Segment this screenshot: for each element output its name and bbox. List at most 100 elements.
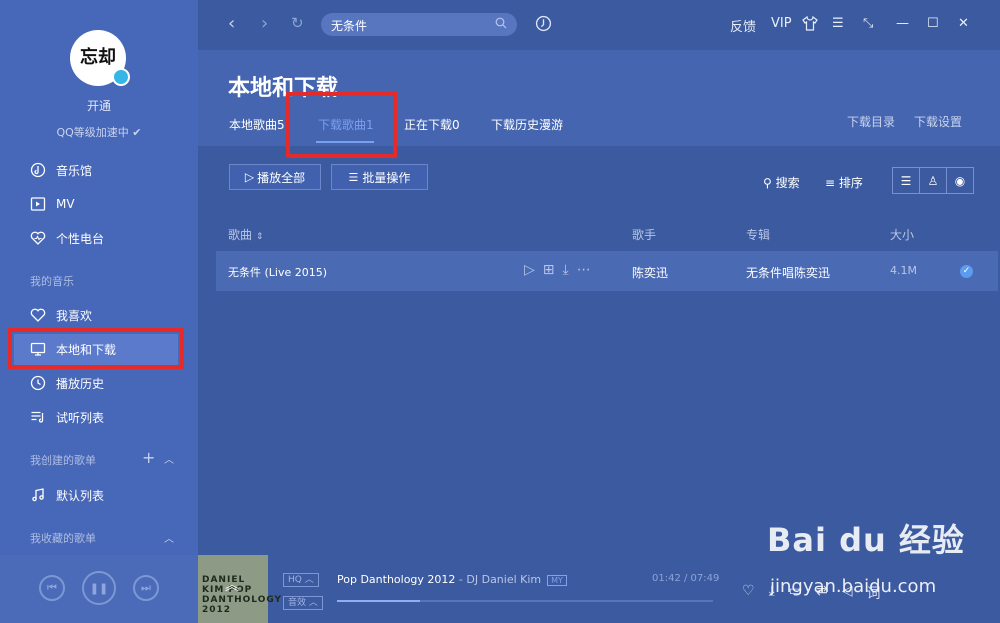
column-song-label: 歌曲 (228, 228, 253, 242)
top-bar: ‹ › ↻ 无条件 反馈 VIP ☰ ⤡ — ☐ ✕ (198, 0, 1000, 50)
play-icon[interactable]: ▷ (524, 262, 535, 278)
playlist-icon (30, 409, 46, 425)
music-hall-icon (30, 162, 46, 178)
search-icon[interactable] (495, 17, 507, 32)
add-icon[interactable]: ⊞ (543, 262, 555, 278)
play-all-button[interactable]: ▷ 播放全部 (229, 164, 321, 190)
song-title-cell[interactable]: 无条件 (Live 2015) (228, 264, 327, 280)
sidebar-item-default-list[interactable]: 默认列表 (30, 484, 104, 506)
heart-icon (30, 307, 46, 323)
vip-link[interactable]: VIP (771, 16, 792, 31)
sort-icon: ≡ (825, 176, 836, 190)
search-list-button[interactable]: ⚲ 搜索 (763, 174, 800, 191)
forward-icon[interactable]: › (261, 13, 268, 34)
progress-fill (337, 600, 420, 602)
search-label: 搜索 (775, 176, 800, 190)
watermark-logo: Bai du 经验 (767, 521, 965, 559)
search-input[interactable]: 无条件 (331, 17, 367, 34)
back-icon[interactable]: ‹ (228, 13, 235, 34)
more-icon[interactable]: ⋯ (577, 262, 591, 278)
row-actions: ▷ ⊞ ⤓ ⋯ (524, 262, 591, 278)
main-panel: ‹ › ↻ 无条件 反馈 VIP ☰ ⤡ — ☐ ✕ 本地和下载 本地歌曲5 下… (198, 0, 1000, 555)
now-playing-title[interactable]: Pop Danthology 2012 - DJ Daniel Kim MY (337, 573, 567, 586)
downloaded-check-icon: ✓ (960, 265, 973, 278)
effect-label: 音效 (288, 598, 307, 608)
sidebar-item-history[interactable]: 播放历史 (30, 372, 104, 394)
progress-bar[interactable] (337, 600, 713, 602)
skin-icon[interactable] (802, 15, 818, 35)
sidebar-item-favorites[interactable]: 我喜欢 (30, 304, 92, 326)
collapse-collected-icon[interactable]: ︿ (164, 530, 174, 545)
table-row[interactable]: 无条件 (Live 2015) ▷ ⊞ ⤓ ⋯ 陈奕迅 无条件唱陈奕迅 4.1M… (216, 251, 998, 291)
play-icon: ▷ (244, 170, 255, 184)
play-time: 01:42 / 07:49 (652, 573, 720, 584)
sidebar: 忘却 开通 QQ等级加速中 ✔ 音乐馆 MV 个性电台 我的音乐 我喜欢 本地和… (0, 0, 198, 555)
sidebar-item-mv[interactable]: MV (30, 193, 75, 215)
qq-level-label: QQ等级加速中 (56, 126, 129, 139)
album-view-icon[interactable]: ◉ (947, 168, 973, 193)
my-badge: MY (547, 575, 567, 586)
sidebar-item-music-hall[interactable]: 音乐馆 (30, 159, 92, 181)
menu-icon[interactable]: ☰ (832, 16, 844, 31)
play-all-label: 播放全部 (257, 170, 306, 185)
sort-arrows-icon: ⇕ (255, 232, 264, 242)
music-note-icon (30, 487, 46, 503)
refresh-icon[interactable]: ↻ (291, 14, 304, 32)
annotation-highlight-sidebar (8, 328, 184, 369)
tab-local-songs[interactable]: 本地歌曲5 (229, 116, 285, 133)
list-view-icon[interactable]: ☰ (893, 168, 920, 193)
maximize-icon[interactable]: ☐ (927, 16, 939, 31)
collected-playlists-heading: 我收藏的歌单 (30, 532, 96, 545)
view-mode-group: ☰ ♙ ◉ (892, 167, 974, 194)
open-vip-link[interactable]: 开通 (0, 97, 198, 114)
play-pause-icon[interactable]: ❚❚ (82, 571, 116, 605)
download-icon[interactable]: ⤓ (563, 262, 569, 278)
mini-mode-icon[interactable]: ⤡ (863, 16, 873, 31)
feedback-link[interactable]: 反馈 (730, 16, 756, 35)
album-cell[interactable]: 无条件唱陈奕迅 (746, 264, 830, 281)
player-controls: ⏮ ❚❚ ⏭ (0, 555, 198, 623)
column-song[interactable]: 歌曲 ⇕ (228, 226, 263, 243)
qq-level-text[interactable]: QQ等级加速中 ✔ (0, 124, 198, 140)
artist-cell[interactable]: 陈奕迅 (632, 264, 668, 281)
sidebar-item-label: 默认列表 (56, 488, 105, 503)
mv-icon (30, 196, 46, 212)
close-icon[interactable]: ✕ (958, 16, 969, 31)
minimize-icon[interactable]: — (896, 16, 909, 31)
clock-icon (30, 375, 46, 391)
effect-badge[interactable]: 音效 ︿ (283, 596, 323, 610)
expand-player-icon[interactable]: ︽ (225, 575, 239, 595)
search-icon: ⚲ (763, 176, 772, 190)
batch-icon: ☰ (348, 170, 359, 184)
now-playing-artist: - DJ Daniel Kim (455, 573, 542, 586)
watermark-url: jingyan.baidu.com (770, 576, 937, 597)
created-playlists-heading: 我创建的歌单 (30, 454, 96, 467)
batch-label: 批量操作 (362, 170, 411, 185)
sort-button[interactable]: ≡ 排序 (825, 174, 863, 191)
sidebar-item-radio[interactable]: 个性电台 (30, 227, 104, 249)
sidebar-item-label: 试听列表 (56, 410, 105, 425)
recognize-music-icon[interactable] (535, 15, 552, 35)
radio-icon (30, 230, 46, 246)
quality-label: HQ (288, 575, 302, 585)
next-icon[interactable]: ⏭ (133, 575, 159, 601)
previous-icon[interactable]: ⏮ (39, 575, 65, 601)
add-playlist-icon[interactable]: + (142, 448, 155, 467)
artist-view-icon[interactable]: ♙ (920, 168, 947, 193)
column-artist: 歌手 (632, 228, 657, 242)
like-icon[interactable]: ♡ (742, 583, 755, 603)
tab-download-history[interactable]: 下载历史漫游 (491, 116, 563, 133)
search-box[interactable]: 无条件 (321, 13, 517, 36)
size-cell: 4.1M (890, 264, 917, 277)
quality-badge[interactable]: HQ ︿ (283, 573, 319, 587)
download-dir-link[interactable]: 下载目录 (847, 113, 895, 130)
tab-downloading[interactable]: 正在下载0 (404, 116, 460, 133)
column-album: 专辑 (746, 228, 771, 242)
collapse-created-icon[interactable]: ︿ (164, 451, 174, 466)
download-settings-link[interactable]: 下载设置 (914, 113, 962, 130)
sort-label: 排序 (838, 176, 863, 190)
annotation-highlight-tab (286, 92, 397, 158)
sidebar-item-label: 个性电台 (56, 231, 105, 246)
sidebar-item-trial-list[interactable]: 试听列表 (30, 406, 104, 428)
batch-operation-button[interactable]: ☰ 批量操作 (331, 164, 428, 190)
